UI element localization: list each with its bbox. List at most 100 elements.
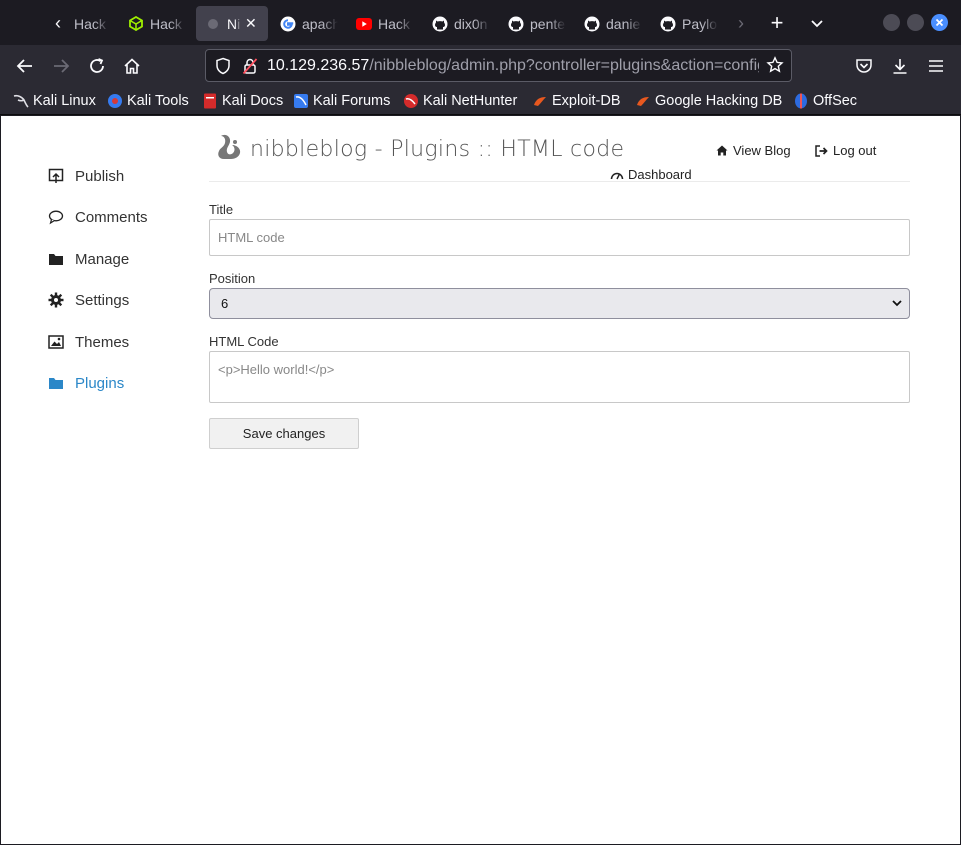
bookmark-star-icon[interactable] (766, 56, 784, 79)
tab-label: Nib (227, 15, 241, 32)
download-icon (893, 59, 907, 74)
html-code-textarea[interactable] (209, 351, 910, 403)
dashboard-link[interactable]: Dashboard (610, 167, 692, 182)
bookmark-label: OffSec (813, 93, 858, 109)
chevron-down-icon (891, 297, 903, 312)
gear-icon (48, 292, 64, 308)
github-icon (432, 16, 448, 32)
forward-arrow-icon (54, 59, 70, 73)
tab-hackthebox-2[interactable]: Hack (119, 6, 191, 41)
title-input[interactable] (209, 219, 910, 256)
sidebar-item-label: Comments (75, 208, 148, 226)
comment-icon (48, 209, 64, 225)
kali-docs-icon (202, 93, 218, 109)
maximize-window-button[interactable] (907, 14, 924, 31)
header-divider (209, 181, 910, 182)
sidebar-item-label: Plugins (75, 374, 125, 392)
sidebar-item-comments[interactable]: Comments (48, 206, 148, 228)
exploit-db-icon (532, 93, 548, 109)
bookmarks-toolbar: Kali Linux Kali Tools Kali Docs Kali For… (0, 87, 961, 115)
bookmark-kali-forums[interactable]: Kali Forums (293, 91, 390, 111)
tab-label: dix0n (454, 15, 488, 32)
url-text[interactable]: 10.129.236.57/nibbleblog/admin.php?contr… (267, 57, 759, 75)
log-out-link[interactable]: Log out (815, 143, 876, 158)
bookmark-label: Kali Forums (313, 93, 391, 109)
view-blog-link[interactable]: View Blog (716, 143, 791, 158)
github-icon (660, 16, 676, 32)
sidebar-item-label: Settings (75, 291, 130, 309)
insecure-lock-icon[interactable] (242, 57, 258, 80)
kali-tools-icon (107, 93, 123, 109)
address-bar[interactable]: 10.129.236.57/nibbleblog/admin.php?contr… (205, 49, 792, 82)
tab-nibbleblog[interactable]: Nib ✕ (196, 6, 268, 41)
browser-tab-bar: ‹ Hack Hack Nib ✕ apach Hack dix0n (0, 0, 961, 45)
log-out-label: Log out (833, 143, 877, 158)
hackthebox-cube-icon (128, 16, 144, 32)
tab-github-paylo[interactable]: Paylo (651, 6, 723, 41)
sidebar-item-plugins[interactable]: Plugins (48, 372, 124, 394)
home-button[interactable] (118, 52, 146, 80)
tab-label: Hack (378, 15, 410, 32)
bookmark-label: Exploit-DB (552, 93, 621, 109)
tab-label: apach (302, 15, 338, 32)
back-button[interactable] (11, 52, 39, 80)
tab-google[interactable]: apach (271, 6, 343, 41)
position-select[interactable]: 6 (209, 288, 910, 319)
kali-forums-icon (293, 93, 309, 109)
ghdb-icon (635, 93, 651, 109)
bookmark-kali-nethunter[interactable]: Kali NetHunter (403, 91, 517, 111)
hamburger-menu-icon (929, 60, 943, 72)
bookmark-label: Google Hacking DB (655, 93, 783, 109)
image-icon (48, 334, 64, 350)
nibbleblog-logo-icon (216, 133, 242, 166)
forward-button[interactable] (47, 52, 75, 80)
tab-scroll-right-icon[interactable]: › (731, 10, 751, 36)
minimize-window-button[interactable] (883, 14, 900, 31)
list-all-tabs-chevron-icon[interactable] (807, 10, 827, 36)
bookmark-offsec[interactable]: OffSec (793, 91, 857, 111)
new-tab-plus-icon[interactable]: + (767, 10, 787, 36)
bookmark-google-hacking-db[interactable]: Google Hacking DB (635, 91, 782, 111)
reload-icon (90, 58, 104, 73)
html-code-label: HTML Code (209, 334, 279, 349)
save-changes-button[interactable]: Save changes (209, 418, 359, 449)
web-page: Publish Comments Manage Settings Themes … (1, 116, 960, 844)
bookmark-kali-tools[interactable]: Kali Tools (107, 91, 189, 111)
sidebar-item-themes[interactable]: Themes (48, 331, 129, 353)
sidebar-item-settings[interactable]: Settings (48, 289, 129, 311)
close-icon (935, 18, 944, 27)
bookmark-kali-linux[interactable]: Kali Linux (13, 91, 96, 111)
shield-icon[interactable] (215, 57, 231, 80)
kali-dragon-icon (13, 93, 29, 109)
app-menu-button[interactable] (922, 52, 950, 80)
downloads-button[interactable] (886, 52, 914, 80)
pocket-icon (856, 59, 872, 73)
tab-youtube[interactable]: Hack (347, 6, 419, 41)
close-tab-icon[interactable]: ✕ (245, 15, 257, 32)
nethunter-icon (403, 93, 419, 109)
tab-label: Paylo (682, 15, 718, 32)
sidebar-item-label: Themes (75, 333, 130, 351)
sidebar-item-manage[interactable]: Manage (48, 248, 129, 270)
github-icon (508, 16, 524, 32)
tab-label: danie (606, 15, 641, 32)
close-window-button[interactable] (931, 14, 948, 31)
logout-icon (815, 144, 828, 157)
tab-github-danie[interactable]: danie (575, 6, 647, 41)
tab-hackthebox-1[interactable]: Hack (61, 6, 121, 41)
pocket-button[interactable] (850, 52, 878, 80)
tab-github-pente[interactable]: pente (499, 6, 571, 41)
tab-github-dix0n[interactable]: dix0n (423, 6, 495, 41)
google-icon (280, 16, 296, 32)
page-title: nibbleblog - Plugins :: HTML code (216, 134, 624, 164)
sidebar-item-label: Publish (75, 167, 125, 185)
bookmark-exploit-db[interactable]: Exploit-DB (532, 91, 621, 111)
sidebar-item-publish[interactable]: Publish (48, 165, 124, 187)
nibbleblog-icon (205, 16, 221, 32)
reload-button[interactable] (83, 52, 111, 80)
bookmark-label: Kali Linux (33, 93, 96, 109)
bookmark-kali-docs[interactable]: Kali Docs (202, 91, 283, 111)
navigation-toolbar: 10.129.236.57/nibbleblog/admin.php?contr… (0, 45, 961, 87)
bookmark-label: Kali Docs (222, 93, 284, 109)
home-icon (716, 145, 728, 156)
